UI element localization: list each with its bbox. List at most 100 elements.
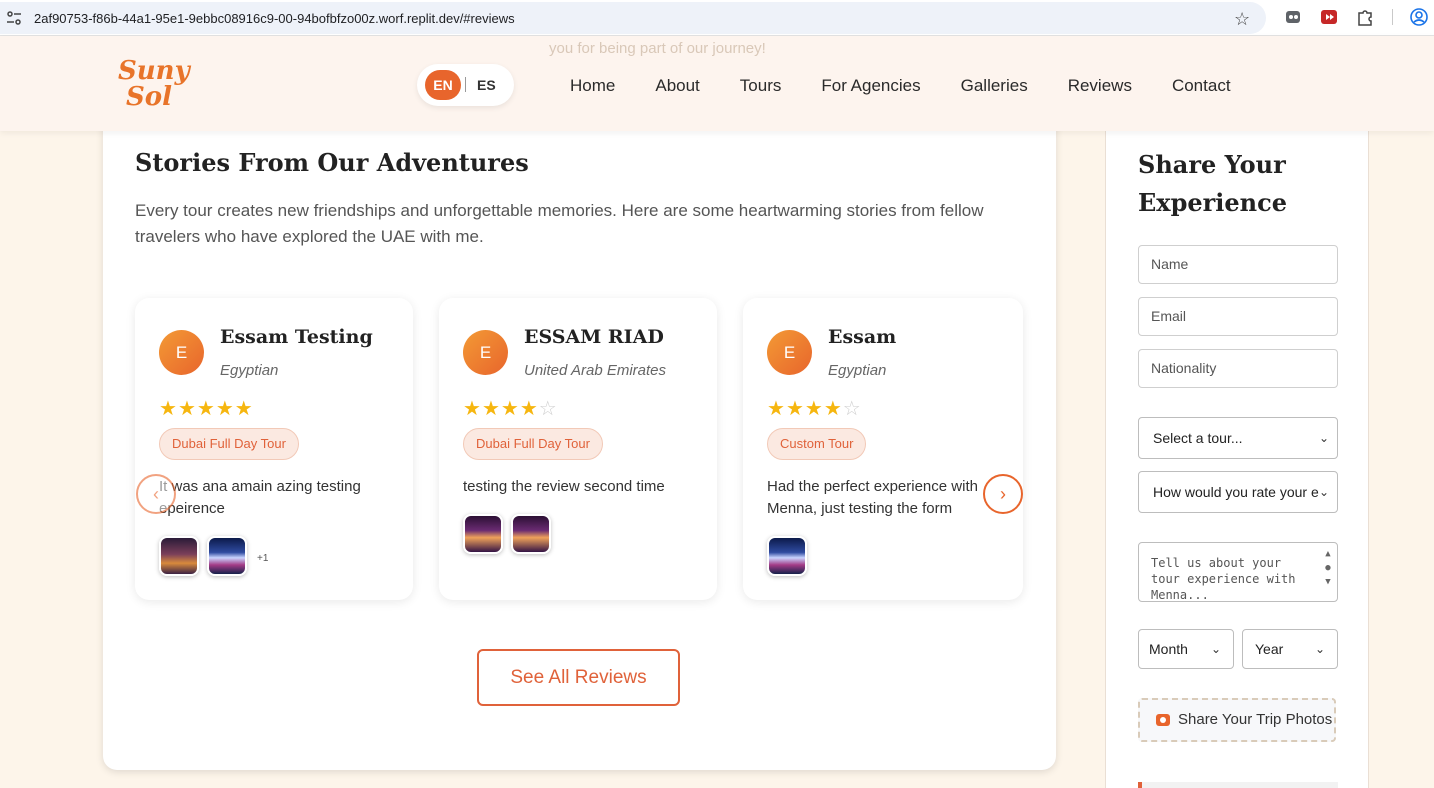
star-filled-icon: ★ (767, 398, 786, 420)
tour-tag: Custom Tour (767, 428, 867, 460)
name-field[interactable]: Name (1138, 245, 1338, 284)
year-select[interactable]: Year ⌄ (1242, 629, 1338, 669)
review-text: Had the perfect experience with Menna, j… (767, 478, 978, 517)
scrolled-behind-text: you for being part of our journey! (549, 40, 766, 57)
reviewer-name: Essam (828, 326, 897, 348)
main-nav: Home About Tours For Agencies Galleries … (570, 76, 1271, 96)
review-card: E Essam Egyptian ★★★★☆ Custom Tour Had t… (743, 298, 1023, 600)
form-title: Share Your Experience (1138, 150, 1288, 217)
review-photo-thumbnail[interactable] (159, 536, 199, 576)
url-text: 2af90753-f86b-44a1-95e1-9ebbc08916c9-00-… (34, 11, 515, 26)
section-title: Stories From Our Adventures (135, 148, 529, 177)
language-es-button[interactable]: ES (477, 77, 496, 93)
star-filled-icon: ★ (177, 398, 197, 420)
more-photos-count[interactable]: +1 (257, 553, 268, 564)
experience-textarea[interactable]: Tell us about your tour experience with … (1138, 542, 1338, 602)
rating-select-value: How would you rate your e (1153, 484, 1319, 500)
reviewer-name: Essam Testing (220, 326, 373, 348)
share-photos-button[interactable]: Share Your Trip Photos (1138, 698, 1336, 742)
language-divider (465, 77, 466, 92)
star-rating: ★★★★☆ (463, 396, 558, 421)
site-settings-icon[interactable] (6, 11, 22, 25)
review-photo-thumbnail[interactable] (767, 536, 807, 576)
chevron-right-icon: › (1000, 484, 1006, 504)
reviewer-nationality: Egyptian (220, 362, 279, 379)
star-filled-icon: ★ (519, 398, 539, 420)
puzzle-extensions-icon[interactable] (1356, 8, 1374, 26)
site-header: you for being part of our journey! Suny … (0, 36, 1434, 131)
star-filled-icon: ★ (234, 398, 254, 420)
nav-about[interactable]: About (655, 76, 699, 96)
tour-tag: Dubai Full Day Tour (463, 428, 603, 460)
share-photos-label: Share Your Trip Photos (1178, 711, 1333, 728)
avatar: E (159, 330, 204, 375)
nav-for-agencies[interactable]: For Agencies (821, 76, 920, 96)
logo-line-2: Sol (126, 82, 172, 112)
avatar: E (463, 330, 508, 375)
submit-area-edge (1138, 782, 1338, 788)
camera-icon (1156, 714, 1170, 726)
textarea-scrollbar[interactable]: ▲ ● ▼ (1323, 547, 1333, 589)
extension-icon[interactable] (1284, 8, 1302, 26)
review-photo-thumbnail[interactable] (511, 514, 551, 554)
tour-select[interactable]: Select a tour... ⌄ (1138, 417, 1338, 459)
email-field[interactable]: Email (1138, 297, 1338, 336)
star-filled-icon: ★ (159, 398, 178, 420)
avatar: E (767, 330, 812, 375)
year-select-value: Year (1255, 641, 1284, 657)
carousel-prev-button[interactable]: ‹ (136, 474, 176, 514)
star-filled-icon: ★ (481, 398, 501, 420)
toolbar-divider (1392, 9, 1393, 25)
profile-icon[interactable] (1410, 8, 1428, 26)
nationality-field[interactable]: Nationality (1138, 349, 1338, 388)
star-empty-icon: ☆ (842, 398, 862, 420)
chevron-down-icon: ⌄ (1318, 431, 1329, 445)
section-description: Every tour creates new friendships and u… (135, 201, 984, 246)
star-filled-icon: ★ (196, 398, 216, 420)
experience-placeholder: Tell us about your tour experience with … (1151, 556, 1296, 602)
review-text: testing the review second time (463, 478, 665, 495)
nav-home[interactable]: Home (570, 76, 615, 96)
star-empty-icon: ☆ (538, 398, 558, 420)
review-photo-thumbnail[interactable] (463, 514, 503, 554)
chevron-left-icon: ‹ (153, 484, 159, 504)
star-filled-icon: ★ (785, 398, 805, 420)
month-select[interactable]: Month ⌄ (1138, 629, 1234, 669)
chevron-down-icon: ⌄ (1318, 485, 1329, 499)
see-all-reviews-button[interactable]: See All Reviews (477, 649, 680, 706)
chevron-down-icon: ⌄ (1210, 642, 1221, 656)
carousel-next-button[interactable]: › (983, 474, 1023, 514)
star-filled-icon: ★ (215, 398, 235, 420)
review-card: E ESSAM RIAD United Arab Emirates ★★★★☆ … (439, 298, 717, 600)
rating-select[interactable]: How would you rate your e ⌄ (1138, 471, 1338, 513)
review-text: It was ana amain azing testing epeirence (159, 478, 361, 517)
nav-galleries[interactable]: Galleries (961, 76, 1028, 96)
review-photos (463, 514, 559, 554)
month-select-value: Month (1149, 641, 1188, 657)
star-rating: ★★★★★ (159, 396, 254, 421)
review-card: E Essam Testing Egyptian ★★★★★ Dubai Ful… (135, 298, 413, 600)
star-filled-icon: ★ (463, 398, 482, 420)
review-photo-thumbnail[interactable] (207, 536, 247, 576)
review-photos: +1 (159, 536, 268, 576)
nav-reviews[interactable]: Reviews (1068, 76, 1132, 96)
video-extension-icon[interactable] (1320, 8, 1338, 26)
star-rating: ★★★★☆ (767, 396, 862, 421)
bookmark-star-icon[interactable]: ☆ (1234, 9, 1250, 30)
address-bar[interactable]: 2af90753-f86b-44a1-95e1-9ebbc08916c9-00-… (0, 2, 1266, 34)
language-switcher: EN ES (417, 64, 514, 106)
review-form: Share Your Experience Name Email Nationa… (1105, 110, 1369, 788)
nav-tours[interactable]: Tours (740, 76, 782, 96)
browser-toolbar: 2af90753-f86b-44a1-95e1-9ebbc08916c9-00-… (0, 0, 1434, 36)
reviewer-name: ESSAM RIAD (524, 326, 664, 348)
chevron-down-icon: ⌄ (1314, 642, 1325, 656)
star-filled-icon: ★ (500, 398, 520, 420)
review-photos (767, 536, 815, 576)
tour-select-value: Select a tour... (1153, 430, 1243, 446)
reviewer-nationality: United Arab Emirates (524, 362, 667, 379)
nav-contact[interactable]: Contact (1172, 76, 1231, 96)
reviews-section: Stories From Our Adventures Every tour c… (103, 110, 1056, 770)
reviewer-nationality: Egyptian (828, 362, 887, 379)
language-en-button[interactable]: EN (425, 70, 461, 100)
site-logo[interactable]: Suny Sol (116, 56, 196, 116)
